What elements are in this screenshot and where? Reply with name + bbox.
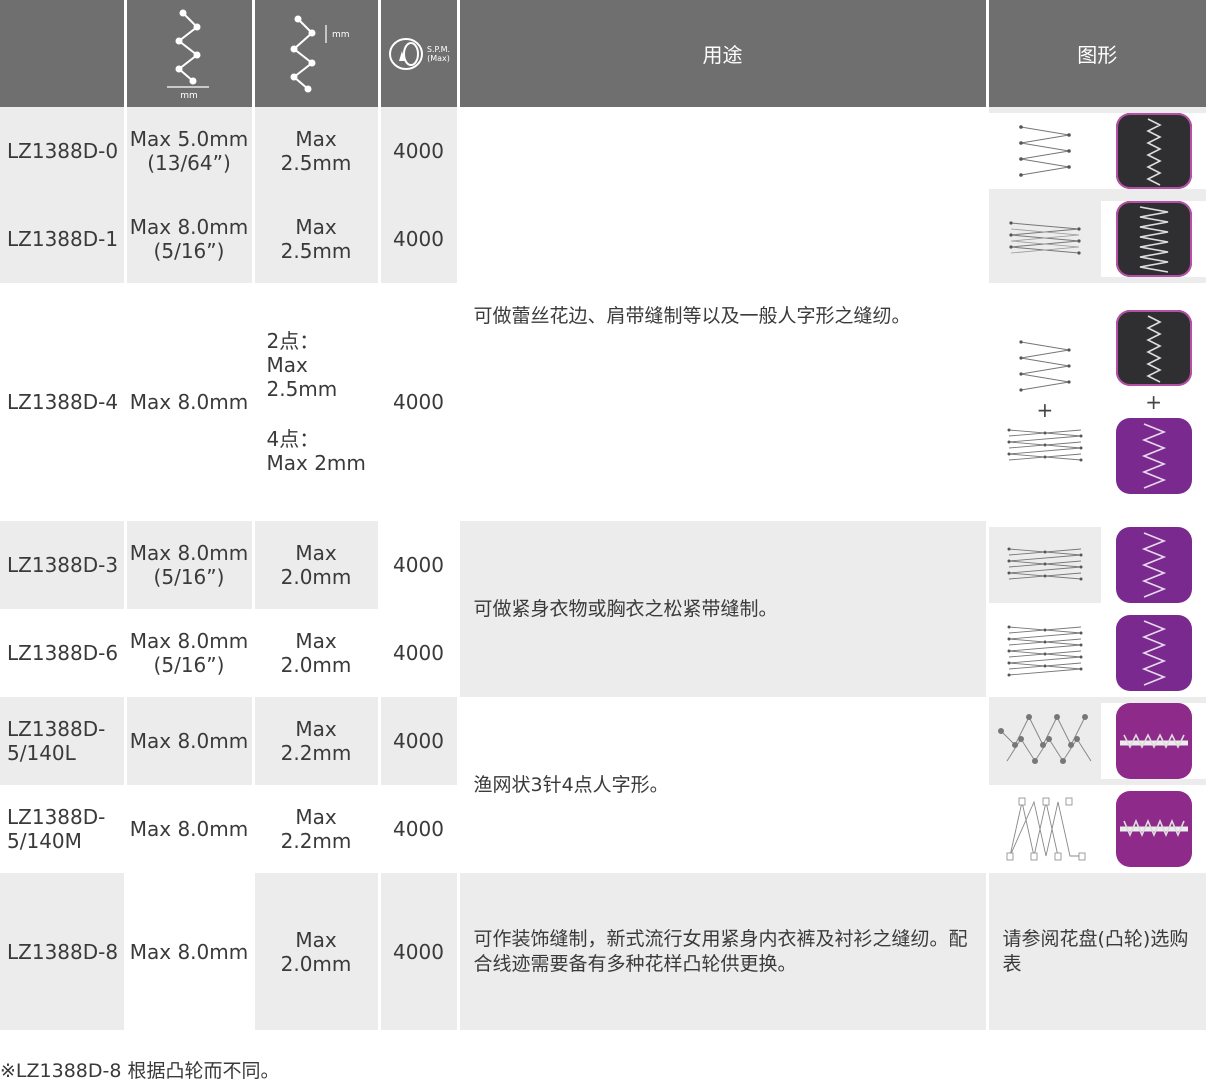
table-row: LZ1388D-8 Max 8.0mm Max 2.0mm 4000 可作装饰缝制… — [0, 873, 1206, 1030]
plus-sign: + — [1145, 390, 1162, 414]
plus-sign: + — [1036, 398, 1054, 422]
width-cell: Max 8.0mm — [123, 283, 253, 521]
pitch-cell: Max 2.0mm — [251, 521, 379, 609]
model-cell: LZ1388D-8 — [0, 873, 125, 1030]
model-cell: LZ1388D-3 — [0, 521, 125, 609]
fabric-sample — [1101, 703, 1206, 779]
spm-cell: 4000 — [377, 521, 458, 609]
use-cell: 可做蕾丝花边、肩带缝制等以及一般人字形之缝纫。 — [456, 107, 987, 521]
width-cell: Max 8.0mm (5/16”) — [123, 195, 253, 283]
spm-cell: 4000 — [377, 107, 458, 195]
pitch-cell: Max 2.0mm — [251, 609, 379, 697]
stitch-diagram — [989, 791, 1102, 867]
stitch-diagram — [989, 615, 1102, 691]
use-header: 用途 — [456, 0, 987, 107]
model-cell: LZ1388D- 5/140M — [0, 785, 125, 873]
width-cell: Max 8.0mm — [123, 697, 253, 785]
model-cell: LZ1388D-1 — [0, 195, 125, 283]
figure-cell — [985, 609, 1206, 697]
figure-cell — [985, 107, 1206, 195]
width-cell: Max 8.0mm (5/16”) — [123, 521, 253, 609]
stitch-width-header: mm — [123, 0, 253, 107]
pattern-note: 请参阅花盘(凸轮)选购表 — [985, 873, 1206, 1030]
use-cell: 渔网状3针4点人字形。 — [456, 697, 987, 873]
stitch-pitch-header: mm — [251, 0, 379, 107]
stitch-diagram — [988, 113, 1102, 189]
stitch-width-icon — [167, 9, 209, 88]
spm-cell: 4000 — [377, 283, 458, 521]
fabric-sample — [1101, 615, 1206, 691]
use-cell: 可作装饰缝制，新式流行女用紧身内衣裤及衬衫之缝纫。配合线迹需要备有多种花样凸轮供… — [456, 873, 987, 1030]
model-cell: LZ1388D- 5/140L — [0, 697, 125, 785]
width-cell: Max 8.0mm — [123, 873, 253, 1030]
figure-header: 图形 — [985, 0, 1206, 107]
fabric-sample — [1101, 527, 1206, 603]
pitch-cell: Max 2.5mm — [251, 195, 379, 283]
spm-max-label: (Max) — [427, 53, 450, 63]
pitch-cell: Max 2.2mm — [251, 785, 379, 873]
fabric-sample: + — [1101, 310, 1206, 494]
figure-cell — [985, 785, 1206, 873]
figure-cell: + + — [985, 283, 1206, 521]
spm-header: S.P.M. (Max) — [377, 0, 458, 107]
width-cell: Max 8.0mm — [123, 785, 253, 873]
pitch-cell: 2点： Max 2.5mm 4点： Max 2mm — [251, 283, 379, 521]
pitch-cell: Max 2.5mm — [251, 107, 379, 195]
mm-label: mm — [180, 90, 198, 101]
speed-icon — [388, 37, 423, 70]
model-cell: LZ1388D-0 — [0, 107, 125, 195]
model-cell: LZ1388D-6 — [0, 609, 125, 697]
stitch-pitch-icon: mm — [290, 15, 350, 93]
model-cell: LZ1388D-4 — [0, 283, 125, 521]
pitch-cell: Max 2.2mm — [251, 697, 379, 785]
width-cell: Max 8.0mm (5/16”) — [123, 609, 253, 697]
spm-cell: 4000 — [377, 609, 458, 697]
use-cell: 可做紧身衣物或胸衣之松紧带缝制。 — [456, 521, 987, 697]
header-row: mm mm S.P.M. (Max) 用途 图形 — [0, 0, 1206, 107]
stitch-diagram: + — [989, 310, 1102, 494]
table-row: LZ1388D-0 Max 5.0mm (13/64”) Max 2.5mm 400… — [0, 107, 1206, 521]
spm-label: S.P.M. — [426, 44, 451, 54]
stitch-diagram — [989, 201, 1102, 277]
spm-cell: 4000 — [377, 785, 458, 873]
spm-cell: 4000 — [377, 195, 458, 283]
svg-text:mm: mm — [332, 30, 350, 40]
model-header — [0, 0, 125, 107]
fabric-sample — [1101, 201, 1206, 277]
figure-cell — [985, 521, 1206, 609]
fabric-sample — [1101, 113, 1206, 189]
spm-cell: 4000 — [377, 697, 458, 785]
table-row: LZ1388D- 5/140L Max 8.0mm Max 2.2mm 4000 渔… — [0, 697, 1206, 873]
spec-table: mm mm S.P.M. (Max) 用途 图形 LZ1388D-0 Max 5… — [0, 0, 1206, 1030]
fabric-sample — [1101, 791, 1206, 867]
spm-cell: 4000 — [377, 873, 458, 1030]
stitch-diagram — [989, 703, 1102, 779]
table-row: LZ1388D-3 Max 8.0mm (5/16”) Max 2.0mm 4000… — [0, 521, 1206, 697]
footnote: ※LZ1388D-8 根据凸轮而不同。 — [0, 1060, 280, 1082]
pitch-cell: Max 2.0mm — [251, 873, 379, 1030]
stitch-diagram — [988, 527, 1102, 603]
figure-cell — [985, 697, 1206, 785]
width-cell: Max 5.0mm (13/64”) — [123, 107, 253, 195]
figure-cell — [985, 195, 1206, 283]
